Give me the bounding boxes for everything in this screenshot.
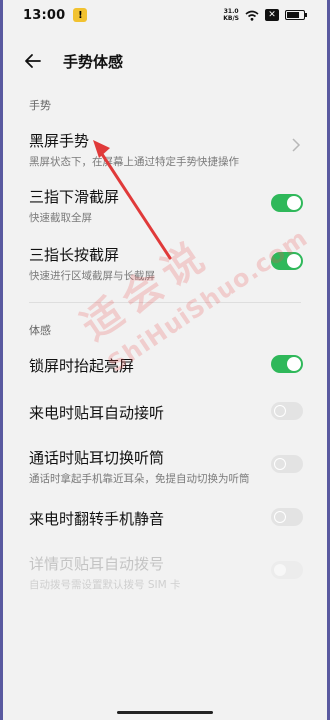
toggle-raise-to-wake[interactable] (271, 355, 303, 373)
setting-label: 通话时贴耳切换听筒 (29, 449, 165, 467)
section-label-motion: 体感 (29, 324, 51, 337)
status-time: 13:00 (23, 7, 66, 23)
network-speed-unit: KB/S (223, 15, 239, 22)
network-speed-value: 31.0 (223, 8, 239, 15)
notification-icon: ! (73, 8, 88, 22)
toggle-flip-to-mute[interactable] (271, 508, 303, 526)
toggle-auto-answer[interactable] (271, 402, 303, 420)
annotation-arrow-icon (93, 140, 172, 260)
toggle-three-finger-long-press[interactable] (271, 252, 303, 270)
toggle-knob (274, 405, 286, 417)
close-badge-icon: ✕ (265, 9, 279, 21)
page-title: 手势体感 (63, 52, 124, 71)
wifi-icon (245, 10, 259, 21)
home-indicator[interactable] (117, 711, 213, 714)
toggle-knob (274, 458, 286, 470)
toggle-knob (274, 564, 286, 576)
setting-description: 自动拨号需设置默认拨号 SIM 卡 (29, 579, 181, 591)
toggle-auto-dial (271, 561, 303, 579)
toggle-knob (287, 357, 301, 371)
battery-fill (287, 12, 299, 18)
toggle-knob (287, 254, 301, 268)
battery-icon (285, 10, 307, 20)
setting-label: 锁屏时抬起亮屏 (29, 357, 135, 375)
setting-description: 通话时拿起手机靠近耳朵，免提自动切换为听筒 (29, 473, 250, 485)
setting-label: 来电时翻转手机静音 (29, 510, 165, 528)
section-divider (29, 302, 301, 303)
back-arrow-icon[interactable] (23, 51, 43, 71)
setting-label: 详情页贴耳自动拨号 (29, 555, 165, 573)
status-bar: 13:00 ! 31.0 KB/S ✕ (3, 0, 327, 30)
phone-screen: 13:00 ! 31.0 KB/S ✕ 手势体感 手势 黑屏手势 黑屏状态下，在… (0, 0, 330, 720)
toggle-knob (287, 196, 301, 210)
section-label-gestures: 手势 (29, 99, 51, 112)
page-header: 手势体感 (3, 44, 327, 78)
setting-description: 快速进行区域截屏与长截屏 (29, 270, 155, 282)
setting-label: 来电时贴耳自动接听 (29, 404, 165, 422)
toggle-three-finger-swipe[interactable] (271, 194, 303, 212)
network-speed: 31.0 KB/S (223, 8, 239, 22)
chevron-right-icon[interactable] (291, 138, 301, 152)
toggle-knob (274, 511, 286, 523)
toggle-switch-earpiece[interactable] (271, 455, 303, 473)
